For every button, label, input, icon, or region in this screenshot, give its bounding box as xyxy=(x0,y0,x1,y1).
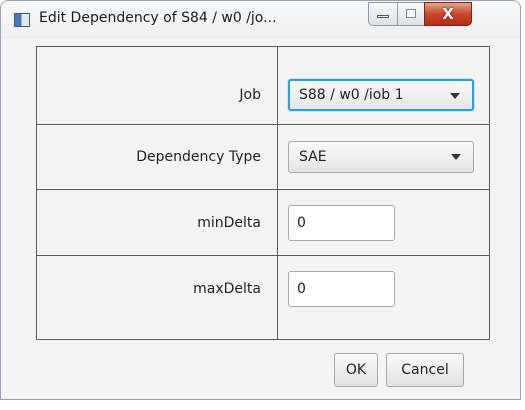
max-delta-input[interactable] xyxy=(288,270,395,307)
chevron-down-icon xyxy=(451,154,461,160)
chevron-down-icon xyxy=(450,92,460,99)
window-title: Edit Dependency of S84 / w0 /jo... xyxy=(39,10,277,26)
maximize-button[interactable] xyxy=(397,2,425,26)
min-delta-input[interactable] xyxy=(288,204,395,241)
cancel-button[interactable]: Cancel xyxy=(386,353,464,387)
max-delta-label: maxDelta xyxy=(37,256,278,339)
form-row-min-delta: minDelta xyxy=(37,190,489,256)
dependency-form: Job S88 / w0 /iob 1 Dependency Type SAE … xyxy=(36,46,490,340)
form-row-max-delta: maxDelta xyxy=(37,256,489,339)
min-delta-label: minDelta xyxy=(37,190,278,255)
dependency-type-select[interactable]: SAE xyxy=(288,141,474,173)
job-select-value: S88 / w0 /iob 1 xyxy=(299,86,404,103)
minimize-button[interactable] xyxy=(368,2,398,26)
job-select[interactable]: S88 / w0 /iob 1 xyxy=(288,78,474,111)
job-label: Job xyxy=(37,47,278,124)
title-bar[interactable]: Edit Dependency of S84 / w0 /jo... X xyxy=(1,1,520,39)
ok-button[interactable]: OK xyxy=(334,353,378,387)
dependency-type-label: Dependency Type xyxy=(37,125,278,189)
window-app-icon xyxy=(14,13,30,27)
form-row-job: Job S88 / w0 /iob 1 xyxy=(37,47,489,125)
dependency-type-value: SAE xyxy=(299,149,327,165)
close-button[interactable]: X xyxy=(424,2,472,26)
dialog-window: Edit Dependency of S84 / w0 /jo... X Job… xyxy=(0,0,521,400)
form-row-dependency-type: Dependency Type SAE xyxy=(37,125,489,190)
close-icon: X xyxy=(442,5,454,23)
